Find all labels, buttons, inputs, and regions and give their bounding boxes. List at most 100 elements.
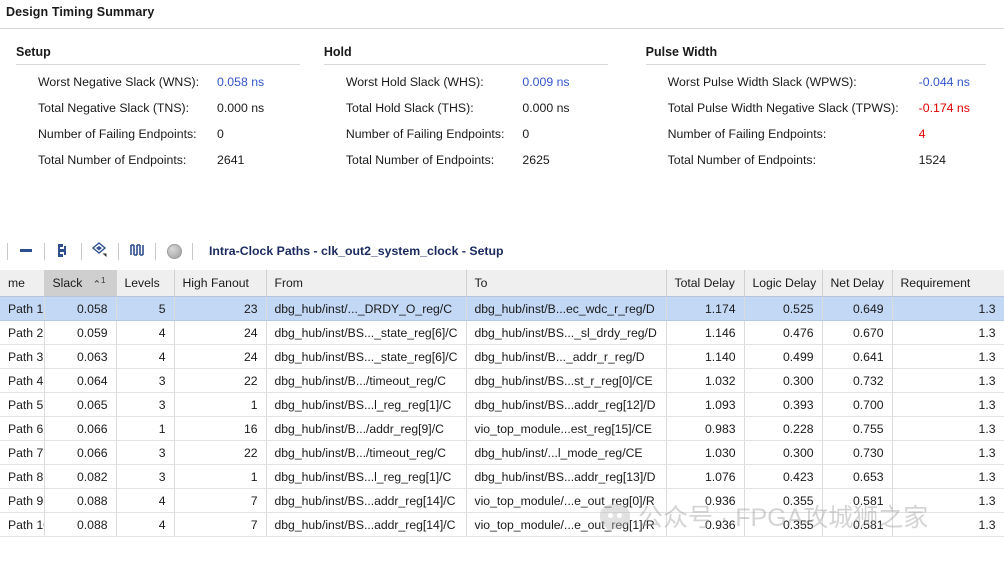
cell-total: 1.093 bbox=[666, 392, 745, 417]
cell-slack: 0.063 bbox=[44, 344, 117, 369]
cell-name: Path 1 bbox=[0, 296, 45, 321]
column-header-high-fanout-label: High Fanout bbox=[182, 276, 249, 290]
timing-summary: Setup Worst Negative Slack (WNS): 0.058 … bbox=[0, 45, 1004, 210]
cell-net: 0.700 bbox=[822, 392, 893, 417]
setup-tns-label: Total Negative Slack (TNS): bbox=[38, 101, 190, 115]
timing-paths-grid[interactable]: me Slack ⌃1 Levels High Fanout From To T… bbox=[0, 270, 1004, 537]
column-header-logic-delay[interactable]: Logic Delay bbox=[744, 270, 823, 297]
cell-net: 0.581 bbox=[822, 488, 893, 513]
table-row[interactable]: Path 9 0.088 4 7 dbg_hub/inst/BS...addr_reg[… bbox=[0, 488, 1004, 513]
column-header-to-label: To bbox=[474, 276, 488, 290]
setup-divider bbox=[16, 64, 300, 65]
cell-total: 0.936 bbox=[666, 512, 745, 537]
cell-name: Path 4 bbox=[0, 368, 45, 393]
table-row[interactable]: Path 4 0.064 3 22 dbg_hub/inst/B.../timeout_… bbox=[0, 368, 1004, 393]
cell-req: 1.3 bbox=[892, 296, 1004, 321]
columns-button[interactable] bbox=[126, 240, 148, 262]
cell-levels: 3 bbox=[116, 392, 175, 417]
column-header-name[interactable]: me bbox=[0, 270, 45, 297]
summary-row: Total Number of Endpoints: 2641 bbox=[38, 147, 264, 173]
column-header-total-delay-label: Total Delay bbox=[674, 276, 735, 290]
cell-total: 1.146 bbox=[666, 320, 745, 345]
cell-levels: 4 bbox=[116, 320, 175, 345]
setup-tns-value: 0.000 ns bbox=[217, 101, 265, 115]
cell-net: 0.581 bbox=[822, 512, 893, 537]
column-header-requirement[interactable]: Requirement bbox=[892, 270, 1004, 297]
setup-failing-label: Number of Failing Endpoints: bbox=[38, 127, 197, 141]
pulse-width-divider bbox=[645, 64, 987, 65]
grid-bottom-filler bbox=[0, 550, 1004, 562]
table-row[interactable]: Path 2 0.059 4 24 dbg_hub/inst/BS..._state_r… bbox=[0, 320, 1004, 345]
column-header-high-fanout[interactable]: High Fanout bbox=[174, 270, 267, 297]
cell-logic: 0.300 bbox=[744, 440, 823, 465]
cell-name: Path 10 bbox=[0, 512, 45, 537]
cell-net: 0.641 bbox=[822, 344, 893, 369]
cell-net: 0.649 bbox=[822, 296, 893, 321]
table-row[interactable]: Path 7 0.066 3 22 dbg_hub/inst/B.../timeout_… bbox=[0, 440, 1004, 465]
cell-net: 0.732 bbox=[822, 368, 893, 393]
pulse-wpws-value: -0.044 ns bbox=[918, 75, 970, 89]
title-divider bbox=[0, 28, 1004, 29]
column-header-slack[interactable]: Slack ⌃1 bbox=[44, 270, 117, 297]
column-header-net-delay[interactable]: Net Delay bbox=[822, 270, 893, 297]
cell-total: 0.983 bbox=[666, 416, 745, 441]
paths-title: Intra-Clock Paths - clk_out2_system_cloc… bbox=[209, 244, 504, 258]
column-header-levels[interactable]: Levels bbox=[116, 270, 175, 297]
table-row[interactable]: Path 8 0.082 3 1 dbg_hub/inst/BS...l_reg_reg… bbox=[0, 464, 1004, 489]
paths-table: me Slack ⌃1 Levels High Fanout From To T… bbox=[0, 270, 1004, 537]
summary-row: Worst Pulse Width Slack (WPWS): -0.044 n… bbox=[668, 69, 970, 95]
cell-from: dbg_hub/inst/B.../addr_reg[9]/C bbox=[266, 416, 467, 441]
column-header-from[interactable]: From bbox=[266, 270, 467, 297]
cell-logic: 0.355 bbox=[744, 512, 823, 537]
table-header-row: me Slack ⌃1 Levels High Fanout From To T… bbox=[0, 270, 1004, 297]
column-header-logic-delay-label: Logic Delay bbox=[752, 276, 817, 290]
status-circle-icon bbox=[166, 243, 182, 259]
cell-to: dbg_hub/inst/B..._addr_r_reg/D bbox=[466, 344, 667, 369]
cell-name: Path 9 bbox=[0, 488, 45, 513]
cell-slack: 0.088 bbox=[44, 512, 117, 537]
cell-from: dbg_hub/inst/BS...l_reg_reg[1]/C bbox=[266, 392, 467, 417]
column-header-name-label: me bbox=[8, 276, 25, 290]
cell-logic: 0.423 bbox=[744, 464, 823, 489]
expand-paths-button[interactable] bbox=[52, 240, 74, 262]
table-row[interactable]: Path 100.08847dbg_hub/inst/BS...addr_reg… bbox=[0, 512, 1004, 537]
summary-column-setup: Setup Worst Negative Slack (WNS): 0.058 … bbox=[0, 45, 318, 210]
column-header-total-delay[interactable]: Total Delay bbox=[666, 270, 745, 297]
cell-slack: 0.088 bbox=[44, 488, 117, 513]
hold-endpoints-value: 2625 bbox=[522, 153, 550, 167]
setup-heading: Setup bbox=[16, 45, 51, 59]
cell-req: 1.3 bbox=[892, 392, 1004, 417]
cell-levels: 4 bbox=[116, 344, 175, 369]
column-header-to[interactable]: To bbox=[466, 270, 667, 297]
summary-row: Number of Failing Endpoints: 0 bbox=[346, 121, 570, 147]
cell-to: dbg_hub/inst/BS...st_r_reg[0]/CE bbox=[466, 368, 667, 393]
filter-button[interactable] bbox=[89, 240, 111, 262]
cell-fanout: 1 bbox=[174, 464, 267, 489]
table-row[interactable]: Path 6 0.066 1 16 dbg_hub/inst/B.../addr_reg… bbox=[0, 416, 1004, 441]
cell-name: Path 2 bbox=[0, 320, 45, 345]
hold-divider bbox=[323, 64, 608, 65]
cell-name: Path 6 bbox=[0, 416, 45, 441]
waveform-columns-icon bbox=[129, 242, 145, 261]
table-row[interactable]: Path 5 0.065 3 1 dbg_hub/inst/BS...l_reg_reg… bbox=[0, 392, 1004, 417]
cell-net: 0.670 bbox=[822, 320, 893, 345]
summary-row: Worst Negative Slack (WNS): 0.058 ns bbox=[38, 69, 264, 95]
table-row[interactable]: Path 3 0.063 4 24 dbg_hub/inst/BS..._state_r… bbox=[0, 344, 1004, 369]
hold-endpoints-label: Total Number of Endpoints: bbox=[345, 153, 495, 167]
cell-levels: 4 bbox=[116, 512, 175, 537]
cell-fanout: 24 bbox=[174, 320, 267, 345]
sort-order-number: 1 bbox=[101, 275, 106, 285]
collapse-all-button[interactable] bbox=[15, 240, 37, 262]
cell-levels: 1 bbox=[116, 416, 175, 441]
cell-total: 1.032 bbox=[666, 368, 745, 393]
table-row[interactable]: Path 1 0.058 5 23 dbg_hub/inst/..._DRDY_O_re… bbox=[0, 296, 1004, 321]
cell-fanout: 22 bbox=[174, 440, 267, 465]
pulse-failing-value: 4 bbox=[918, 127, 926, 141]
cell-slack: 0.065 bbox=[44, 392, 117, 417]
cell-to: dbg_hub/inst/BS...addr_reg[12]/D bbox=[466, 392, 667, 417]
column-header-net-delay-label: Net Delay bbox=[830, 276, 885, 290]
toolbar-divider bbox=[192, 242, 193, 260]
status-indicator-button[interactable] bbox=[163, 240, 185, 262]
cell-logic: 0.476 bbox=[744, 320, 823, 345]
hold-table: Worst Hold Slack (WHS): 0.009 ns Total H… bbox=[346, 69, 570, 173]
